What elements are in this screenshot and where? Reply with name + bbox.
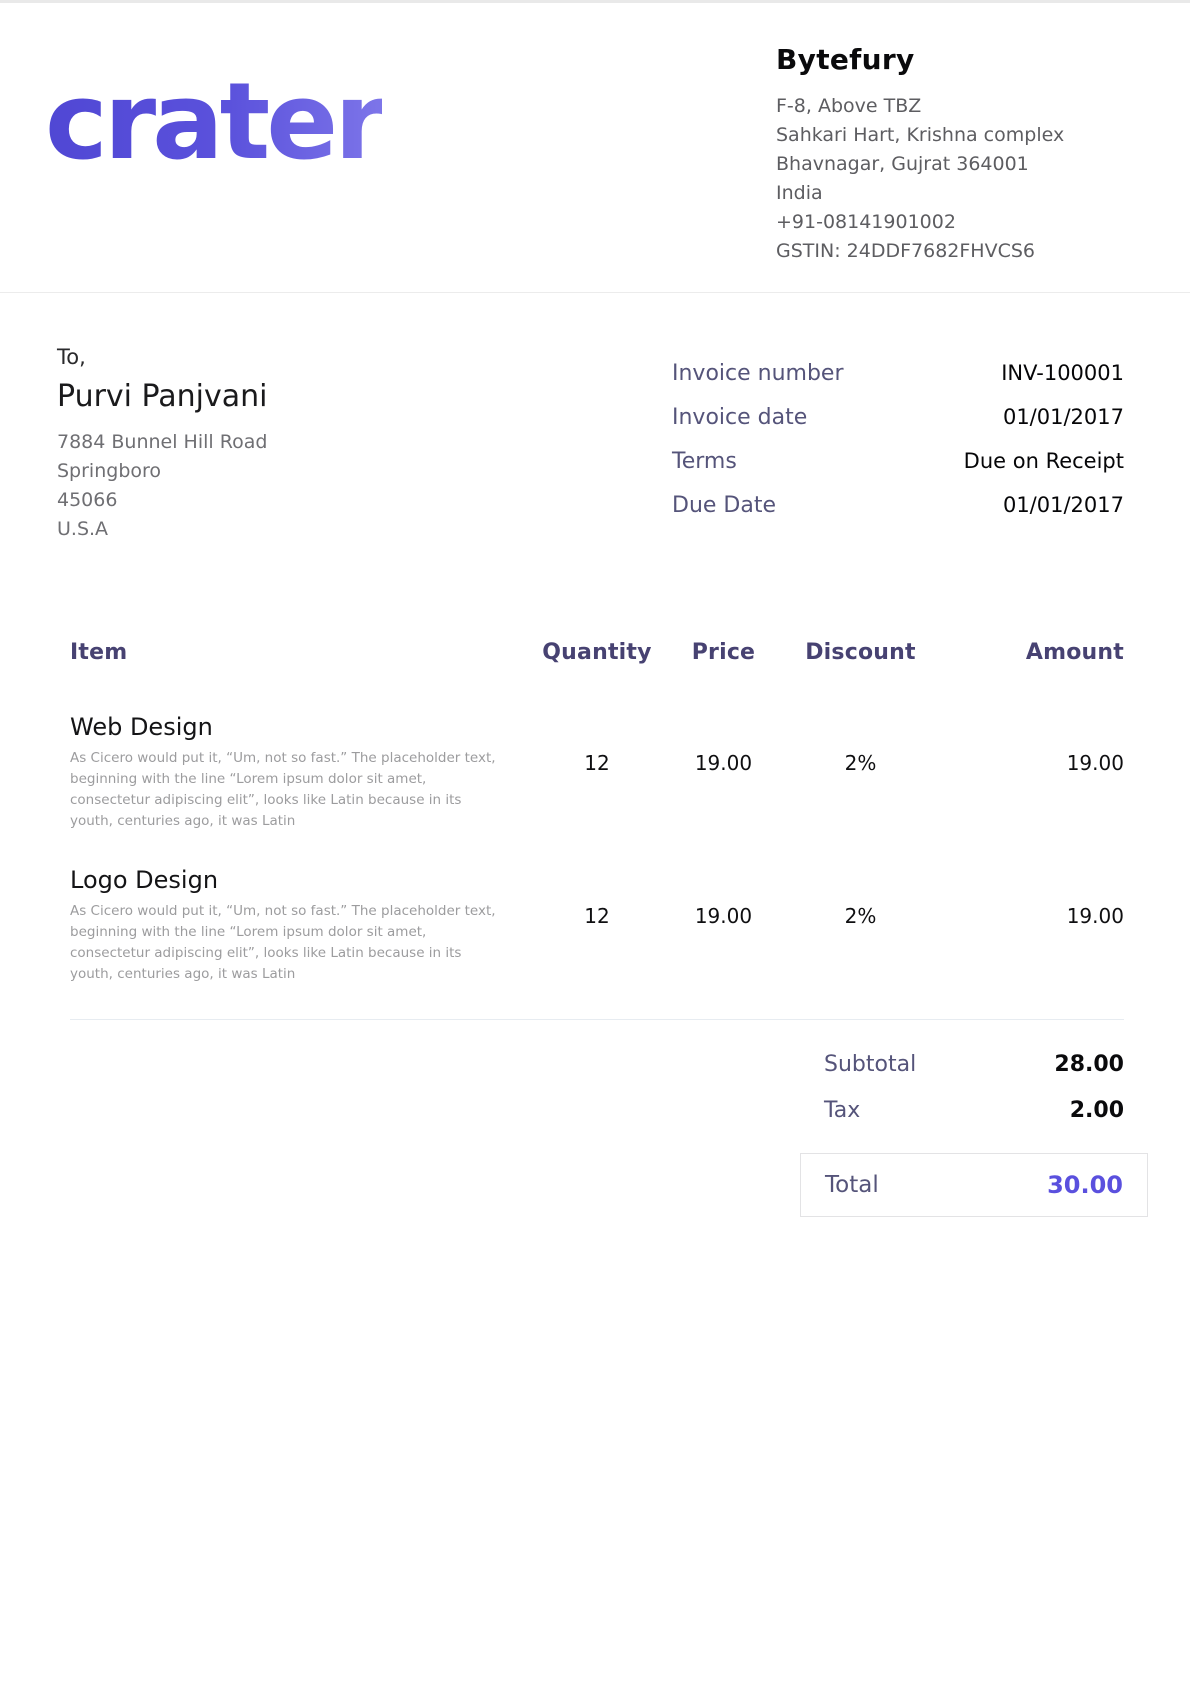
due-date-label: Due Date — [672, 493, 776, 518]
company-gstin: GSTIN: 24DDF7682FHVCS6 — [776, 237, 1128, 266]
company-address-line: Bhavnagar, Gujrat 364001 — [776, 150, 1128, 179]
tax-label: Tax — [824, 1098, 860, 1123]
subtotal-row: Subtotal 28.00 — [800, 1052, 1148, 1077]
terms-row: Terms Due on Receipt — [672, 449, 1124, 474]
item-name: Logo Design — [70, 866, 534, 894]
bill-to-block: To, Purvi Panjvani 7884 Bunnel Hill Road… — [57, 345, 268, 544]
item-discount: 2% — [787, 866, 935, 928]
tax-value: 2.00 — [1070, 1098, 1124, 1123]
totals-section: Subtotal 28.00 Tax 2.00 Total 30.00 — [800, 1052, 1148, 1217]
billing-section: To, Purvi Panjvani 7884 Bunnel Hill Road… — [0, 293, 1190, 544]
header-quantity: Quantity — [534, 640, 660, 665]
tax-row: Tax 2.00 — [800, 1098, 1148, 1123]
company-address-line: India — [776, 179, 1128, 208]
item-amount: 19.00 — [934, 866, 1124, 928]
item-price: 19.00 — [660, 866, 786, 928]
header-item: Item — [70, 640, 534, 665]
total-box: Total 30.00 — [800, 1153, 1148, 1217]
invoice-number-row: Invoice number INV-100001 — [672, 361, 1124, 386]
item-description: As Cicero would put it, “Um, not so fast… — [70, 748, 502, 832]
subtotal-value: 28.00 — [1054, 1052, 1124, 1077]
header-amount: Amount — [934, 640, 1124, 665]
invoice-header: crater Bytefury F-8, Above TBZ Sahkari H… — [0, 3, 1190, 293]
items-table: Item Quantity Price Discount Amount Web … — [70, 640, 1124, 1020]
total-label: Total — [825, 1172, 879, 1198]
company-phone: +91-08141901002 — [776, 208, 1128, 237]
table-bottom-divider — [70, 1019, 1124, 1020]
item-cell: Logo Design As Cicero would put it, “Um,… — [70, 866, 534, 985]
header-discount: Discount — [787, 640, 935, 665]
due-date-value: 01/01/2017 — [1003, 493, 1124, 517]
terms-label: Terms — [672, 449, 737, 474]
total-value: 30.00 — [1047, 1171, 1123, 1199]
bill-to-label: To, — [57, 345, 268, 369]
items-table-header: Item Quantity Price Discount Amount — [70, 640, 1124, 665]
item-name: Web Design — [70, 713, 534, 741]
item-quantity: 12 — [534, 866, 660, 928]
item-discount: 2% — [787, 713, 935, 775]
customer-name: Purvi Panjvani — [57, 379, 268, 414]
customer-address-line: 7884 Bunnel Hill Road — [57, 428, 268, 457]
company-address-line: Sahkari Hart, Krishna complex — [776, 121, 1128, 150]
company-name: Bytefury — [776, 43, 1128, 76]
table-row: Web Design As Cicero would put it, “Um, … — [70, 713, 1124, 832]
invoice-date-label: Invoice date — [672, 405, 807, 430]
customer-address-line: U.S.A — [57, 515, 268, 544]
invoice-page: crater Bytefury F-8, Above TBZ Sahkari H… — [0, 0, 1190, 1684]
crater-logo: crater — [45, 69, 382, 272]
invoice-date-row: Invoice date 01/01/2017 — [672, 405, 1124, 430]
company-info: Bytefury F-8, Above TBZ Sahkari Hart, Kr… — [776, 29, 1128, 272]
subtotal-label: Subtotal — [824, 1052, 916, 1077]
item-cell: Web Design As Cicero would put it, “Um, … — [70, 713, 534, 832]
customer-address-line: Springboro — [57, 457, 268, 486]
company-address-line: F-8, Above TBZ — [776, 92, 1128, 121]
item-amount: 19.00 — [934, 713, 1124, 775]
due-date-row: Due Date 01/01/2017 — [672, 493, 1124, 518]
item-description: As Cicero would put it, “Um, not so fast… — [70, 901, 502, 985]
invoice-number-value: INV-100001 — [1001, 361, 1124, 385]
item-price: 19.00 — [660, 713, 786, 775]
invoice-meta: Invoice number INV-100001 Invoice date 0… — [672, 361, 1124, 544]
header-price: Price — [660, 640, 786, 665]
customer-address-line: 45066 — [57, 486, 268, 515]
table-row: Logo Design As Cicero would put it, “Um,… — [70, 866, 1124, 985]
terms-value: Due on Receipt — [964, 449, 1124, 473]
invoice-date-value: 01/01/2017 — [1003, 405, 1124, 429]
item-quantity: 12 — [534, 713, 660, 775]
invoice-number-label: Invoice number — [672, 361, 844, 386]
